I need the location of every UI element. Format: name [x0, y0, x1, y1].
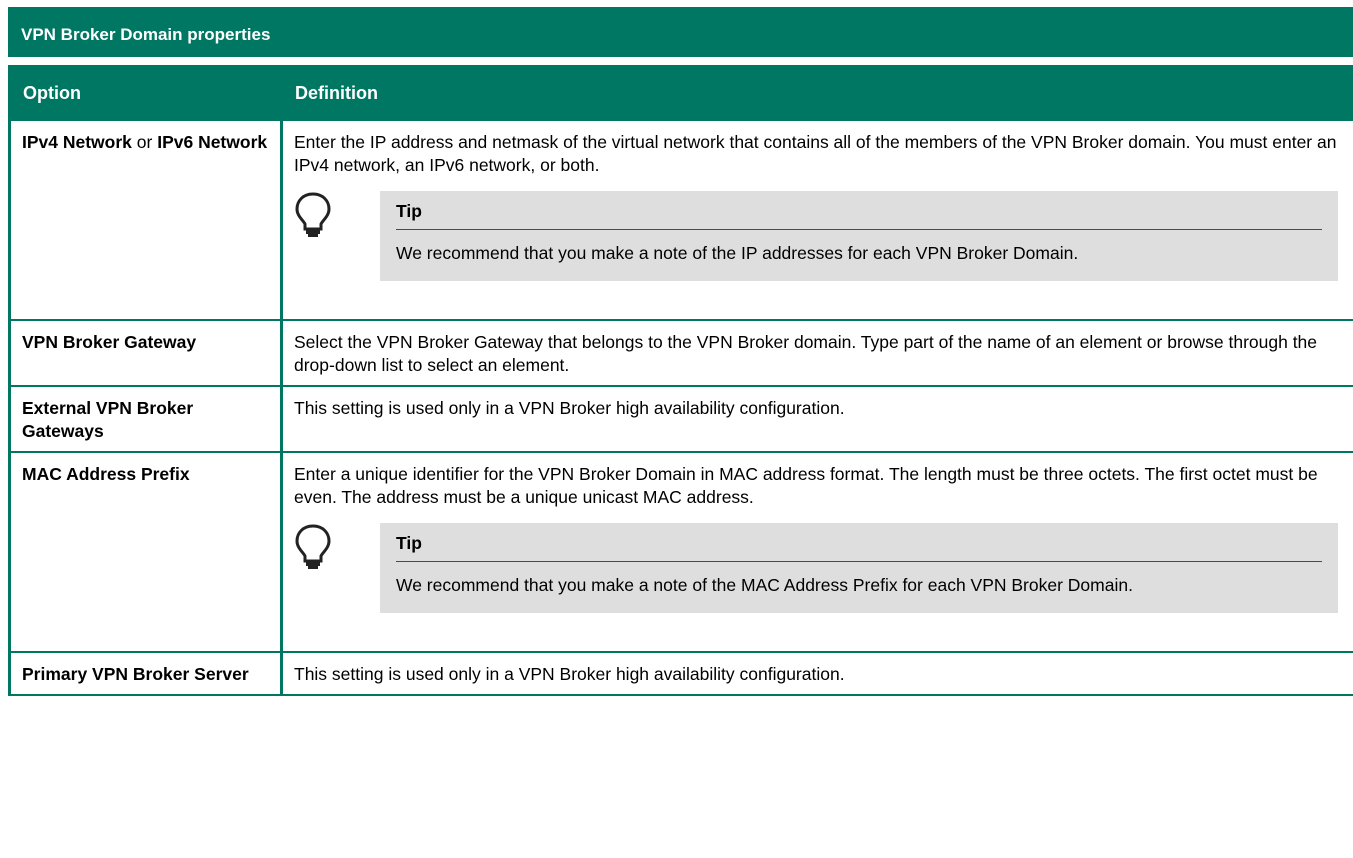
option-cell: External VPN Broker Gateways	[8, 386, 283, 453]
table-row: VPN Broker Gateway Select the VPN Broker…	[8, 320, 1353, 387]
properties-table: Option Definition IPv4 Network or IPv6 N…	[8, 65, 1353, 696]
tip-text: We recommend that you make a note of the…	[396, 243, 1079, 263]
option-cell: VPN Broker Gateway	[8, 320, 283, 387]
definition-cell: Select the VPN Broker Gateway that belon…	[280, 320, 1353, 387]
table-row: External VPN Broker Gateways This settin…	[8, 386, 1353, 453]
definition-cell: This setting is used only in a VPN Broke…	[280, 386, 1353, 453]
definition-text: Enter the IP address and netmask of the …	[294, 132, 1337, 175]
option-text: IPv4 Network	[22, 132, 132, 152]
tip-box: Tip We recommend that you make a note of…	[380, 523, 1338, 613]
definition-cell: Enter a unique identifier for the VPN Br…	[280, 452, 1353, 653]
table-caption: VPN Broker Domain properties	[8, 7, 1353, 57]
tip-note: Tip We recommend that you make a note of…	[294, 191, 1341, 281]
option-cell: Primary VPN Broker Server	[8, 652, 283, 696]
definition-cell: This setting is used only in a VPN Broke…	[280, 652, 1353, 696]
tip-title: Tip	[396, 532, 1322, 562]
header-row: Option Definition	[8, 65, 1353, 121]
option-cell: IPv4 Network or IPv6 Network	[8, 121, 283, 321]
tip-title: Tip	[396, 200, 1322, 230]
table-row: IPv4 Network or IPv6 Network Enter the I…	[8, 121, 1353, 321]
table-row: MAC Address Prefix Enter a unique identi…	[8, 452, 1353, 653]
table-row: Primary VPN Broker Server This setting i…	[8, 652, 1353, 696]
lightbulb-icon	[294, 191, 380, 281]
definition-text: Enter a unique identifier for the VPN Br…	[294, 464, 1318, 507]
definition-cell: Enter the IP address and netmask of the …	[280, 121, 1353, 321]
option-column-header: Option	[8, 65, 282, 121]
tip-box: Tip We recommend that you make a note of…	[380, 191, 1338, 281]
option-cell: MAC Address Prefix	[8, 452, 283, 653]
option-text: IPv6 Network	[157, 132, 268, 152]
lightbulb-icon	[294, 523, 380, 613]
option-connector: or	[131, 132, 158, 152]
tip-text: We recommend that you make a note of the…	[396, 575, 1133, 595]
tip-note: Tip We recommend that you make a note of…	[294, 523, 1341, 613]
definition-column-header: Definition	[280, 65, 1353, 121]
